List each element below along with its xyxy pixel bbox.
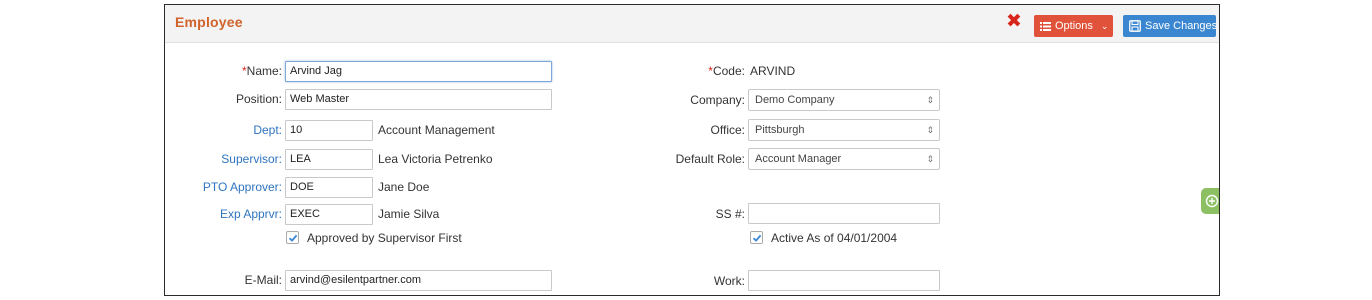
position-input[interactable]: Web Master — [285, 89, 552, 110]
pto-approver-label-link[interactable]: PTO Approver: — [165, 177, 282, 197]
office-select-value: Pittsburgh — [755, 124, 805, 136]
exp-approver-name: Jamie Silva — [378, 207, 440, 221]
options-button[interactable]: Options ⌄ — [1034, 15, 1113, 37]
work-label: Work: — [713, 274, 745, 288]
employee-panel: Employee ✖ Options ⌄ Save Changes *Name:… — [164, 4, 1220, 296]
name-label-text: Name: — [246, 64, 282, 78]
office-select[interactable]: Pittsburgh ⇕ — [748, 119, 940, 141]
position-label: Position: — [235, 92, 282, 106]
pto-approver-input[interactable]: DOE — [285, 177, 373, 198]
plus-circle-icon — [1205, 194, 1219, 208]
approved-by-supervisor-checkbox[interactable] — [286, 231, 299, 244]
default-role-select-value: Account Manager — [755, 153, 842, 165]
save-icon — [1129, 20, 1141, 32]
options-label: Options — [1055, 20, 1093, 32]
pto-approver-name: Jane Doe — [378, 180, 430, 194]
company-select[interactable]: Demo Company ⇕ — [748, 89, 940, 111]
active-as-of-label: Active As of 04/01/2004 — [771, 231, 898, 245]
email-input[interactable]: arvind@esilentpartner.com — [285, 270, 552, 291]
name-input[interactable]: Arvind Jag — [285, 61, 552, 82]
save-changes-button[interactable]: Save Changes — [1123, 15, 1218, 37]
checkmark-icon — [288, 234, 298, 242]
save-label: Save Changes — [1145, 20, 1218, 32]
supervisor-label-link[interactable]: Supervisor: — [165, 149, 282, 169]
name-label: *Name: — [165, 61, 282, 81]
code-label: *Code: — [645, 61, 745, 81]
select-arrows-icon: ⇕ — [926, 154, 934, 164]
dept-input[interactable]: 10 — [285, 120, 373, 141]
company-label: Company: — [690, 93, 745, 107]
list-icon — [1040, 21, 1051, 31]
active-checkbox[interactable] — [750, 231, 763, 244]
ssn-input[interactable] — [748, 203, 940, 224]
exp-approver-label-link[interactable]: Exp Apprvr: — [165, 204, 282, 224]
panel-header: Employee ✖ Options ⌄ Save Changes — [165, 5, 1219, 43]
supervisor-input[interactable]: LEA — [285, 149, 373, 170]
code-value: ARVIND — [750, 64, 796, 78]
approved-by-supervisor-label: Approved by Supervisor First — [307, 231, 462, 245]
exp-approver-input[interactable]: EXEC — [285, 204, 373, 225]
select-arrows-icon: ⇕ — [926, 125, 934, 135]
default-role-select[interactable]: Account Manager ⇕ — [748, 148, 940, 170]
checkmark-icon — [752, 234, 762, 242]
company-select-value: Demo Company — [755, 94, 835, 106]
work-input[interactable] — [748, 270, 940, 291]
select-arrows-icon: ⇕ — [926, 95, 934, 105]
side-panel-tab[interactable] — [1201, 188, 1219, 214]
code-label-text: Code: — [712, 64, 745, 78]
office-label: Office: — [710, 123, 745, 137]
ssn-label: SS #: — [715, 207, 745, 221]
chevron-down-icon: ⌄ — [1100, 20, 1109, 31]
email-label: E-Mail: — [244, 273, 282, 287]
default-role-label: Default Role: — [675, 152, 745, 166]
dept-description: Account Management — [378, 123, 495, 137]
dept-label-link[interactable]: Dept: — [165, 120, 282, 140]
supervisor-name: Lea Victoria Petrenko — [378, 152, 493, 166]
panel-title: Employee — [175, 14, 243, 30]
close-icon[interactable]: ✖ — [1005, 12, 1023, 31]
